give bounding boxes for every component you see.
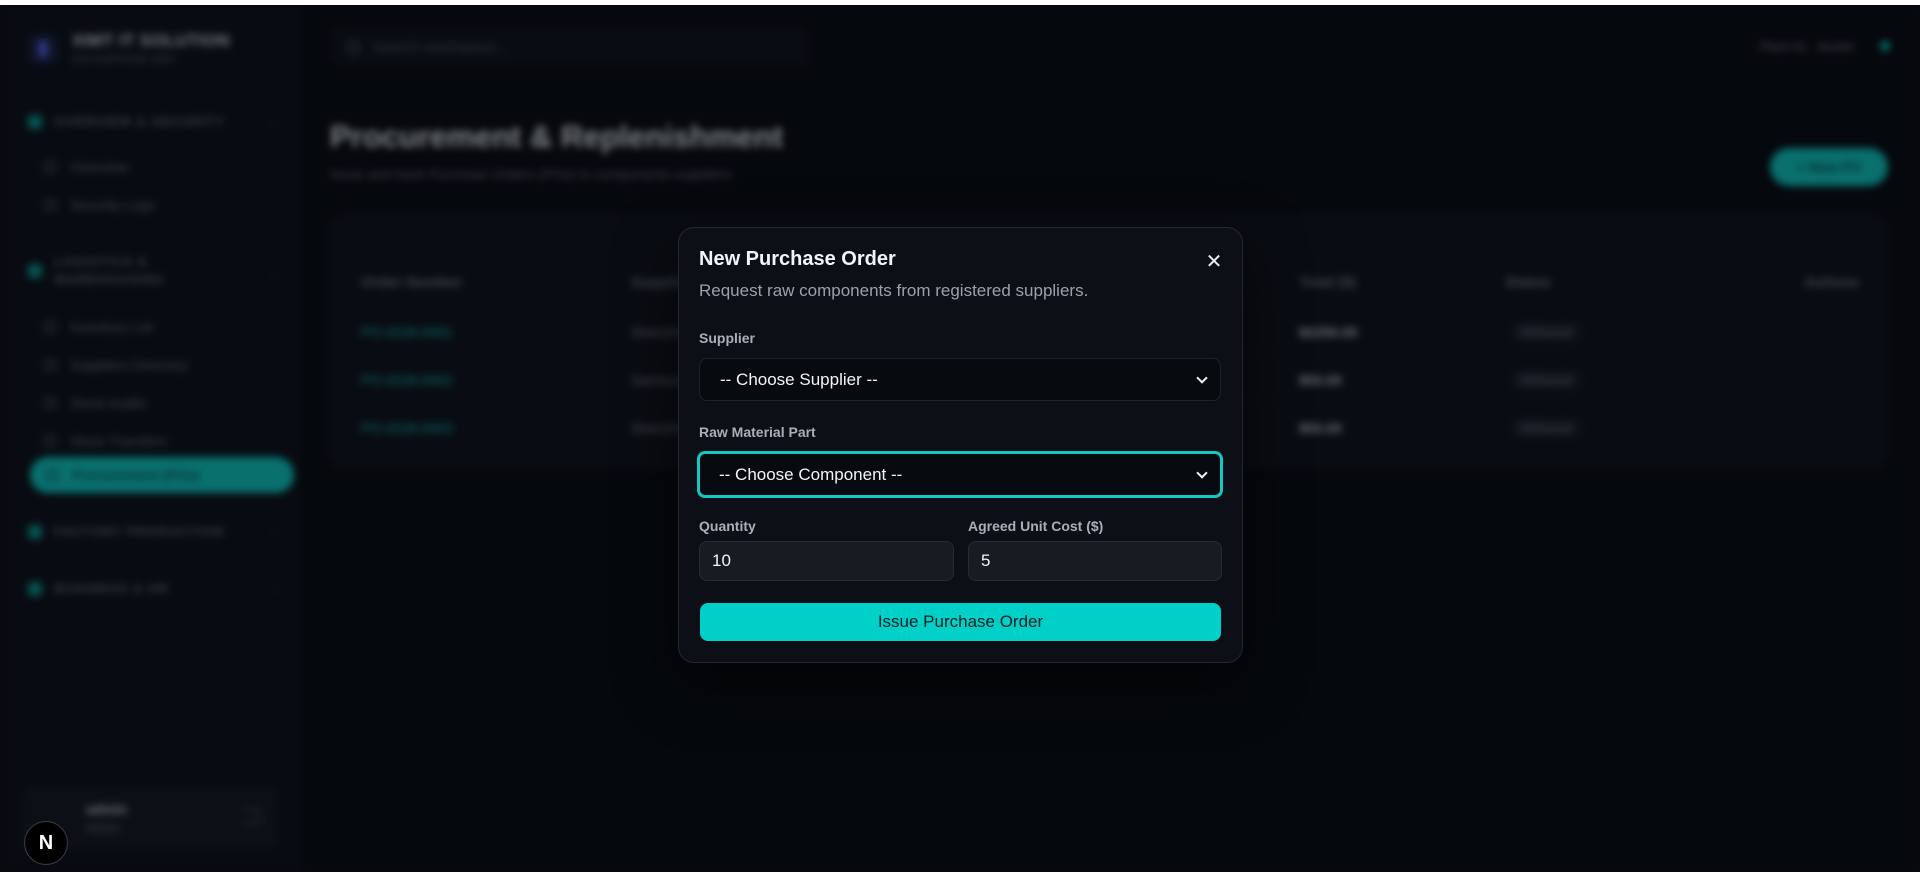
close-icon: ✕ (1205, 251, 1223, 273)
app-window: XIMT IT SOLUTION ENTERPRISE ERP OVERVIEW… (0, 5, 1920, 872)
new-purchase-order-dialog: New Purchase Order Request raw component… (678, 227, 1243, 663)
quantity-input[interactable]: 10 (699, 541, 954, 581)
chevron-down-icon (1196, 466, 1208, 479)
unit-cost-label: Agreed Unit Cost ($) (968, 518, 1104, 534)
supplier-label: Supplier (699, 330, 756, 346)
component-select[interactable]: -- Choose Component -- (697, 451, 1223, 498)
supplier-select[interactable]: -- Choose Supplier -- (699, 358, 1221, 401)
dialog-subtitle: Request raw components from registered s… (699, 281, 1089, 300)
issue-purchase-order-button[interactable]: Issue Purchase Order (700, 603, 1221, 641)
chevron-down-icon (1196, 371, 1208, 384)
component-select-value: -- Choose Component -- (719, 464, 903, 484)
close-button[interactable]: ✕ (1204, 252, 1224, 272)
raw-material-label: Raw Material Part (699, 424, 816, 440)
unit-cost-input[interactable]: 5 (968, 541, 1222, 581)
supplier-select-value: -- Choose Supplier -- (720, 369, 878, 389)
nextjs-badge-icon[interactable]: N (24, 821, 68, 865)
dialog-title: New Purchase Order (699, 248, 896, 270)
quantity-label: Quantity (699, 518, 756, 534)
